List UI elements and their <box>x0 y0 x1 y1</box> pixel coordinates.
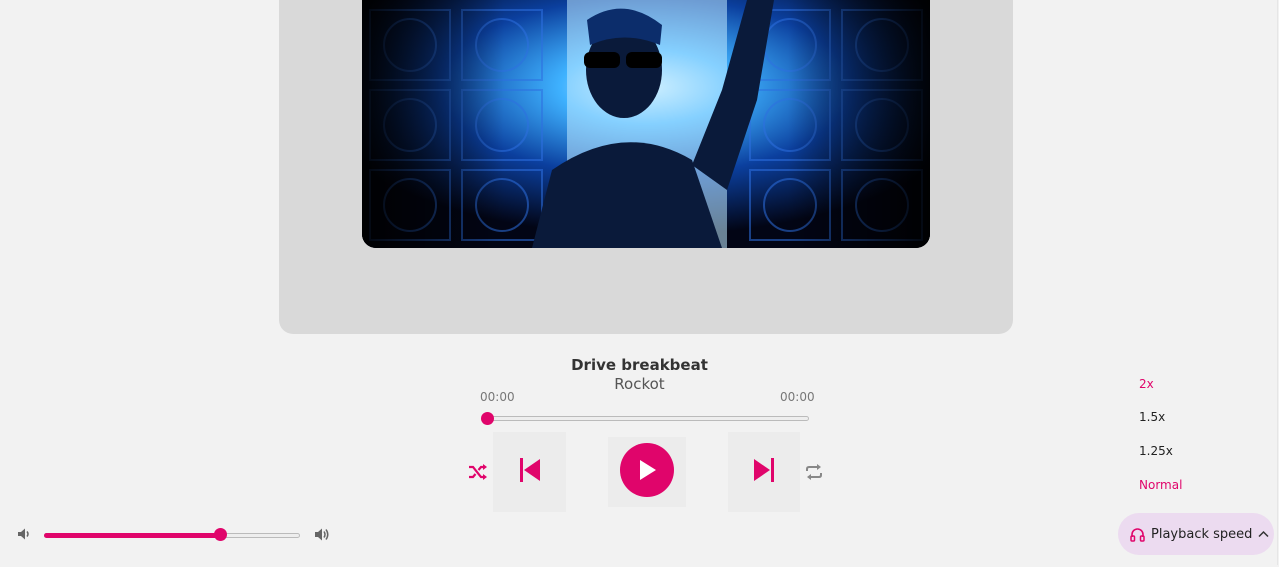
album-artwork <box>362 0 930 248</box>
volume-high-button[interactable] <box>312 525 332 543</box>
track-artist: Rockot <box>614 375 665 393</box>
shuffle-icon <box>469 464 487 480</box>
seek-thumb[interactable] <box>480 412 494 425</box>
volume-fill <box>44 533 221 538</box>
seek-bar[interactable] <box>487 416 809 421</box>
speed-option-2x[interactable]: 2x <box>1139 377 1154 391</box>
chevron-up-icon <box>1258 530 1269 538</box>
next-button[interactable] <box>749 455 779 485</box>
repeat-icon <box>806 464 822 480</box>
speed-option-normal[interactable]: Normal <box>1139 478 1182 492</box>
volume-low-button[interactable] <box>15 526 33 542</box>
previous-button[interactable] <box>515 455 545 485</box>
volume-high-icon <box>315 528 329 540</box>
volume-low-icon <box>18 528 29 540</box>
playback-speed-label: Playback speed <box>1151 526 1253 542</box>
duration-time: 00:00 <box>780 390 815 404</box>
skip-next-icon <box>754 458 774 482</box>
current-time: 00:00 <box>480 390 515 404</box>
skip-previous-icon <box>520 458 540 482</box>
shuffle-button[interactable] <box>466 461 490 483</box>
headphones-icon <box>1130 527 1145 542</box>
repeat-button[interactable] <box>803 461 825 483</box>
play-icon <box>640 460 656 480</box>
playback-speed-button[interactable]: Playback speed <box>1118 513 1274 555</box>
play-button[interactable] <box>620 443 674 497</box>
speed-option-1-25x[interactable]: 1.25x <box>1139 444 1173 458</box>
track-title: Drive breakbeat <box>571 356 708 374</box>
speed-option-1-5x[interactable]: 1.5x <box>1139 410 1165 424</box>
